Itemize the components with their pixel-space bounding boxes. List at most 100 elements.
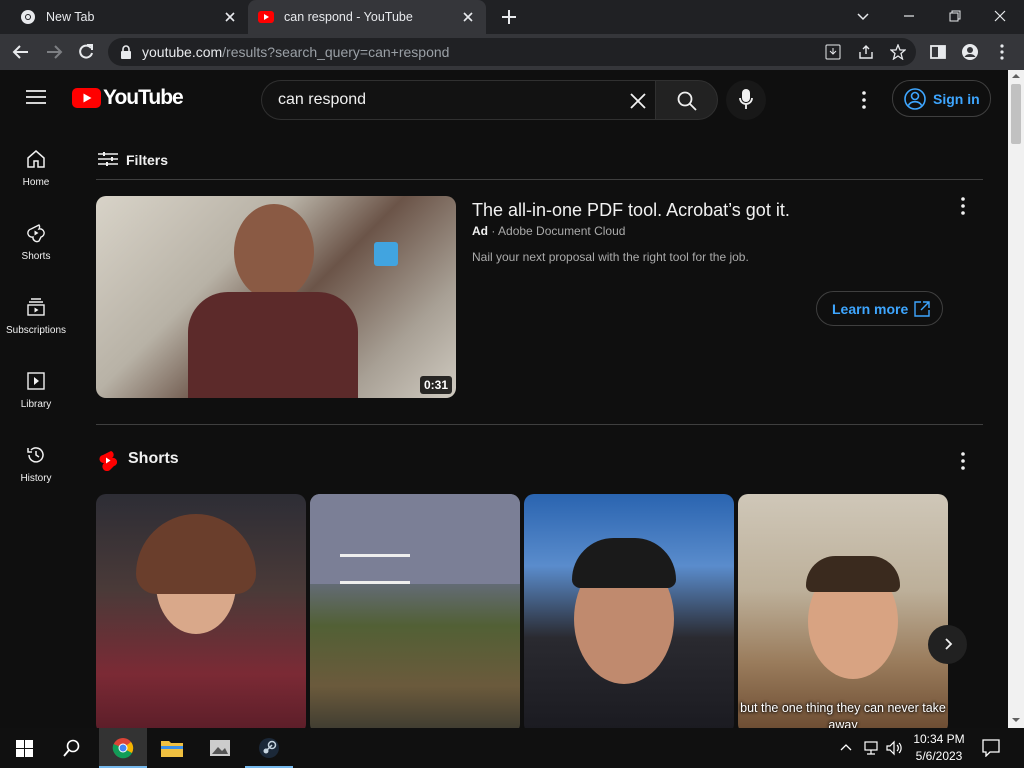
tab-youtube[interactable]: can respond - YouTube [248,0,486,34]
short-thumbnail[interactable] [524,494,734,728]
youtube-favicon-icon [258,11,274,23]
subscriptions-icon [27,298,45,316]
share-icon[interactable] [858,44,874,60]
external-link-icon [914,301,930,317]
scrollbar-thumb[interactable] [1011,84,1021,144]
filters-icon [98,152,118,166]
windows-start-icon[interactable] [16,740,33,757]
close-icon[interactable] [460,9,476,25]
short-caption: but the one thing they can never take aw… [740,701,946,728]
filters-label: Filters [126,152,169,168]
shorts-heading: Shorts [128,450,179,467]
side-panel-icon[interactable] [929,43,947,61]
taskbar: 10:34 PM 5/6/2023 [0,728,1024,768]
clock-date[interactable]: 5/6/2023 [909,749,969,763]
chrome-menu-icon[interactable] [993,43,1011,61]
browser-toolbar: youtube.com/results?search_query=can+res… [0,34,1024,70]
lock-icon[interactable] [120,45,132,59]
tab-strip: New Tab can respond - YouTube [0,0,1024,34]
nav-item-history[interactable]: History [0,445,72,484]
shorts-icon [27,224,45,243]
nav-item-shorts[interactable]: Shorts [0,223,72,262]
short-fence [340,554,410,584]
reload-icon[interactable] [77,43,95,61]
nav-item-library[interactable]: Library [0,371,72,410]
short-hair [806,556,900,592]
clock-time[interactable]: 10:34 PM [909,732,969,746]
settings-more-icon[interactable] [855,90,873,110]
nav-label: History [20,473,52,484]
taskbar-steam[interactable] [245,728,293,768]
short-thumbnail[interactable]: but the one thing they can never take aw… [738,494,948,728]
youtube-logo-icon [72,88,101,108]
network-icon[interactable] [862,740,880,756]
notifications-icon[interactable] [982,739,1000,757]
address-bar[interactable]: youtube.com/results?search_query=can+res… [108,38,916,66]
ad-advertiser[interactable]: Adobe Document Cloud [498,224,625,238]
nav-label: Subscriptions [5,325,67,336]
learn-more-button[interactable]: Learn more [816,291,943,326]
shorts-more-options-icon[interactable] [954,451,972,471]
ad-title[interactable]: The all-in-one PDF tool. Acrobat’s got i… [472,200,790,221]
tab-title: New Tab [46,10,95,24]
taskbar-file-explorer[interactable] [147,728,195,768]
youtube-page: YouTube can respond Sign in Home Shorts … [0,70,1008,728]
sign-in-button[interactable]: Sign in [892,80,991,117]
clear-search-icon[interactable] [630,93,646,109]
profile-icon[interactable] [961,43,979,61]
short-thumbnail[interactable] [310,494,520,728]
history-icon [27,447,44,463]
ad-separator: · [491,224,496,238]
short-hair [572,538,676,588]
new-tab-plus-icon[interactable] [500,8,518,26]
hamburger-menu-icon[interactable] [26,89,46,105]
volume-icon[interactable] [885,740,903,756]
divider [96,424,983,425]
url-text: youtube.com/results?search_query=can+res… [142,44,449,60]
forward-arrow-icon[interactable] [45,43,63,61]
scroll-down-icon[interactable] [1012,716,1020,724]
show-hidden-icons-chevron-icon[interactable] [840,742,852,754]
youtube-logo-text: YouTube [103,86,184,109]
nav-item-home[interactable]: Home [0,149,72,188]
back-arrow-icon[interactable] [12,43,30,61]
taskbar-search-icon[interactable] [63,739,81,757]
search-button[interactable] [655,80,718,120]
ad-video-thumbnail[interactable]: 0:31 [96,196,456,398]
scroll-up-icon[interactable] [1012,72,1020,80]
shorts-logo-icon [99,451,117,471]
minimize-icon[interactable] [899,6,919,26]
photos-icon [210,740,230,756]
nav-item-subscriptions[interactable]: Subscriptions [0,297,72,336]
tab-search-chevron-icon[interactable] [853,6,873,26]
search-input[interactable]: can respond [278,91,366,109]
ad-more-options-icon[interactable] [954,196,972,216]
divider [96,179,983,180]
nav-label: Shorts [21,251,51,262]
library-icon [27,372,45,390]
sign-in-label: Sign in [933,91,980,107]
search-box[interactable]: can respond [261,80,655,120]
voice-search-button[interactable] [726,80,766,120]
chrome-icon [21,10,35,24]
chevron-right-icon [945,638,953,650]
learn-more-label: Learn more [832,301,909,317]
shorts-next-button[interactable] [928,625,967,664]
account-icon [904,88,926,110]
steam-icon [259,738,279,758]
close-icon[interactable] [222,9,238,25]
page-scrollbar[interactable] [1008,70,1024,728]
url-path: /results?search_query=can+respond [222,44,450,60]
install-app-icon[interactable] [825,44,841,60]
window-close-icon[interactable] [990,6,1010,26]
url-host: youtube.com [142,44,223,60]
tab-new-tab[interactable]: New Tab [8,0,248,34]
restore-icon[interactable] [945,6,965,26]
bookmark-star-icon[interactable] [890,44,906,60]
taskbar-chrome[interactable] [99,728,147,768]
search-icon [677,91,697,111]
microphone-icon [739,89,753,109]
thumbnail-person [234,204,314,300]
taskbar-photos[interactable] [195,728,243,768]
short-thumbnail[interactable] [96,494,306,728]
